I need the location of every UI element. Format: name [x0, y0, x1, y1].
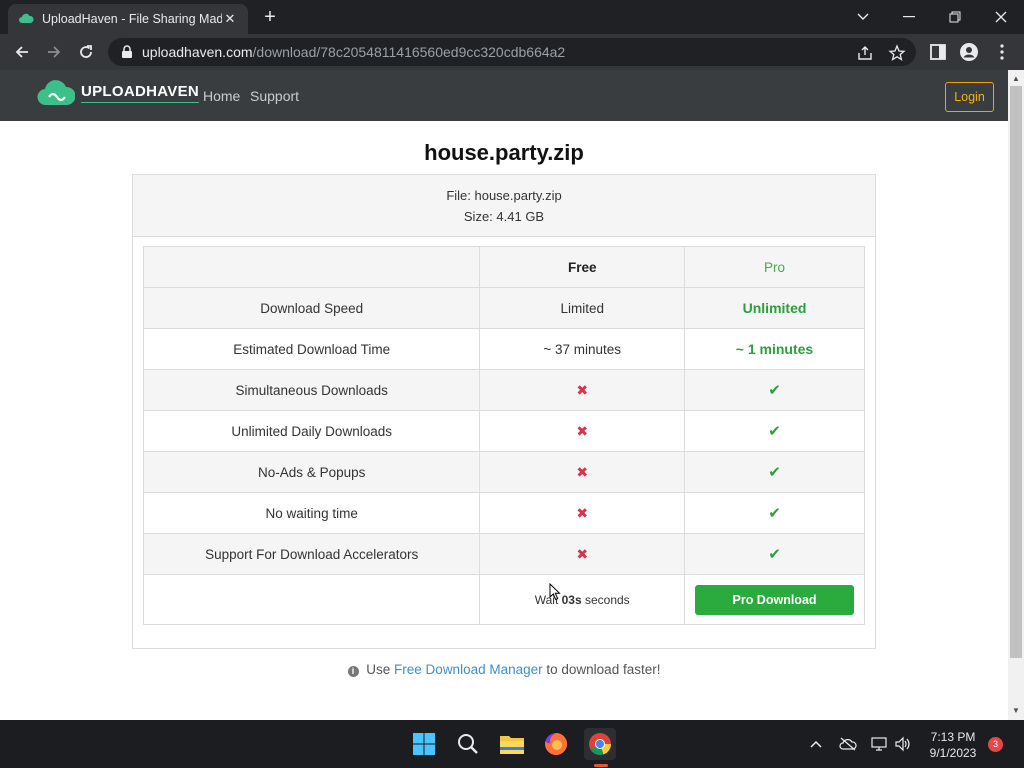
scrollbar-thumb[interactable] [1010, 86, 1022, 658]
site-logo[interactable]: UPLOADHAVEN [37, 78, 200, 108]
file-explorer-icon[interactable] [496, 728, 528, 760]
close-window-icon[interactable] [978, 0, 1024, 34]
nav-support-link[interactable]: Support [250, 88, 299, 104]
side-panel-icon[interactable] [928, 42, 948, 62]
new-tab-icon[interactable]: + [258, 6, 282, 28]
cloud-sync-off-icon[interactable] [838, 734, 858, 754]
tab-search-icon[interactable] [840, 0, 886, 34]
tab-title: UploadHaven - File Sharing Made [42, 12, 222, 26]
table-row: Estimated Download Time ~ 37 minutes ~ 1… [142, 328, 865, 370]
tip-suffix: to download faster! [542, 662, 661, 677]
active-app-indicator [594, 764, 608, 767]
tray-overflow-chevron-icon[interactable] [806, 734, 826, 754]
feature-label: Estimated Download Time [142, 328, 481, 370]
cloud-logo-icon [37, 80, 75, 106]
chrome-icon[interactable] [584, 728, 616, 760]
site-header: UPLOADHAVEN Home Support [0, 70, 1008, 121]
info-icon: i [347, 666, 359, 677]
cross-icon: ✖ [479, 410, 686, 452]
download-tip: i Use Free Download Manager to download … [0, 662, 1008, 677]
volume-icon[interactable] [893, 734, 913, 754]
check-icon: ✔ [684, 492, 865, 534]
tip-prefix: Use [362, 662, 395, 677]
header-feature [142, 246, 481, 288]
cross-icon: ✖ [479, 451, 686, 493]
cross-icon: ✖ [479, 533, 686, 575]
file-name-line: File: house.party.zip [446, 188, 562, 203]
reload-icon[interactable] [72, 38, 100, 66]
browser-titlebar: UploadHaven - File Sharing Made ✕ + [0, 0, 1024, 34]
pro-value: ~ 1 minutes [684, 328, 865, 370]
plan-comparison-table: Free Pro Download Speed Limited Unlimite… [142, 246, 865, 625]
scroll-down-icon[interactable]: ▼ [1008, 704, 1024, 718]
forward-icon[interactable] [40, 38, 68, 66]
free-value: ~ 37 minutes [479, 328, 686, 370]
pro-download-button[interactable]: Pro Download [695, 584, 855, 615]
minimize-icon[interactable] [886, 0, 932, 34]
profile-icon[interactable] [959, 42, 979, 62]
feature-label: No waiting time [142, 492, 481, 534]
file-size-line: Size: 4.41 GB [463, 209, 545, 224]
file-info: File: house.party.zip Size: 4.41 GB [133, 175, 875, 237]
scroll-up-icon[interactable]: ▲ [1008, 72, 1024, 86]
pro-download-cell: Pro Download [684, 574, 865, 625]
logo-text: UPLOADHAVEN [81, 83, 200, 103]
check-icon: ✔ [684, 410, 865, 452]
check-icon: ✔ [684, 533, 865, 575]
mouse-cursor-icon [549, 583, 561, 601]
browser-toolbar: uploadhaven.com/download/78c205481141656… [0, 34, 1024, 70]
table-row: Unlimited Daily Downloads ✖ ✔ [142, 410, 865, 452]
back-icon[interactable] [8, 38, 36, 66]
empty-cell [142, 574, 481, 625]
tab-close-icon[interactable]: ✕ [222, 11, 238, 27]
bookmark-star-icon[interactable] [888, 44, 906, 62]
download-action-row: Wait 03s seconds Pro Download [142, 574, 865, 625]
nav-home-link[interactable]: Home [203, 88, 240, 104]
wait-seconds: 03s [561, 592, 582, 607]
header-pro: Pro [684, 246, 865, 288]
table-header-row: Free Pro [142, 246, 865, 288]
table-row: No-Ads & Popups ✖ ✔ [142, 451, 865, 493]
network-icon[interactable] [870, 734, 890, 754]
free-value: Limited [479, 287, 686, 329]
address-bar[interactable]: uploadhaven.com/download/78c205481141656… [108, 38, 916, 66]
notification-badge[interactable]: 3 [988, 737, 1003, 752]
login-button[interactable]: Login [945, 82, 994, 112]
feature-label: Unlimited Daily Downloads [142, 410, 481, 452]
url-path: /download/78c2054811416560ed9cc320cdb664… [252, 44, 566, 60]
share-icon[interactable] [856, 44, 874, 62]
table-row: Support For Download Accelerators ✖ ✔ [142, 533, 865, 575]
lock-icon[interactable] [120, 45, 134, 59]
feature-label: Download Speed [142, 287, 481, 329]
system-clock[interactable]: 7:13 PM 9/1/2023 [920, 729, 986, 761]
table-row: Download Speed Limited Unlimited [142, 287, 865, 329]
check-icon: ✔ [684, 451, 865, 493]
wait-suffix: seconds [581, 592, 630, 607]
url-host: uploadhaven.com [142, 44, 253, 60]
uploadhaven-favicon-icon [19, 13, 34, 23]
clock-time: 7:13 PM [930, 730, 976, 744]
browser-tab[interactable]: UploadHaven - File Sharing Made ✕ [8, 4, 248, 34]
cross-icon: ✖ [479, 369, 686, 411]
feature-label: Support For Download Accelerators [142, 533, 481, 575]
table-row: No waiting time ✖ ✔ [142, 492, 865, 534]
header-free: Free [479, 246, 686, 288]
wait-countdown: Wait 03s seconds [479, 574, 686, 625]
windows-start-icon[interactable] [408, 728, 440, 760]
free-download-manager-link[interactable]: Free Download Manager [394, 662, 543, 677]
search-icon[interactable] [452, 728, 484, 760]
pro-value: Unlimited [684, 287, 865, 329]
check-icon: ✔ [684, 369, 865, 411]
table-row: Simultaneous Downloads ✖ ✔ [142, 369, 865, 411]
restore-icon[interactable] [932, 0, 978, 34]
file-heading: house.party.zip [424, 140, 584, 165]
firefox-icon[interactable] [540, 728, 572, 760]
clock-date: 9/1/2023 [929, 746, 977, 760]
feature-label: No-Ads & Popups [142, 451, 481, 493]
cross-icon: ✖ [479, 492, 686, 534]
menu-kebab-icon[interactable] [992, 42, 1012, 62]
feature-label: Simultaneous Downloads [142, 369, 481, 411]
